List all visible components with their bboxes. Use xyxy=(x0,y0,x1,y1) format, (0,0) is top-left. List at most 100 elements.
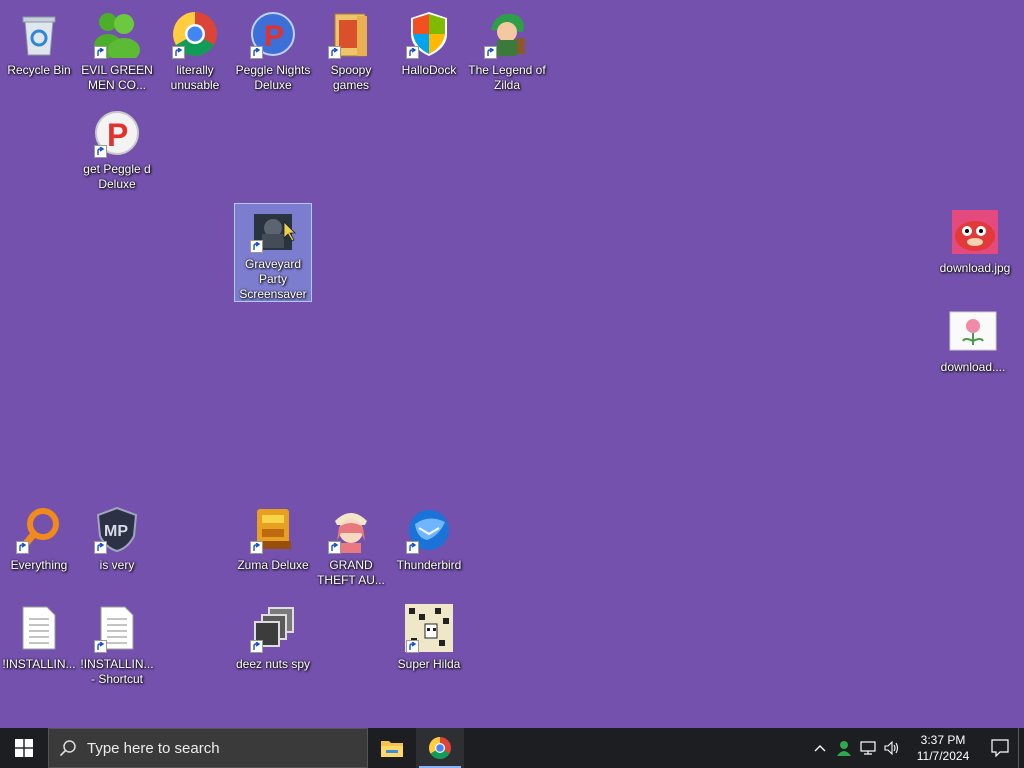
action-center-button[interactable] xyxy=(982,728,1018,768)
shortcut-arrow-icon xyxy=(406,46,419,59)
icon-label: GRAND THEFT AU... xyxy=(317,558,385,587)
shortcut-arrow-icon xyxy=(94,145,107,158)
desktop-icon-legend-of-zilda[interactable]: The Legend of Zilda xyxy=(468,4,546,93)
shortcut-arrow-icon xyxy=(328,541,341,554)
icon-label: download.... xyxy=(940,360,1006,374)
flower-image-icon xyxy=(947,305,999,357)
image-icon xyxy=(949,206,1001,258)
desktop-icon-graveyard-party[interactable]: Graveyard Party Screensaver xyxy=(234,203,312,302)
zilda-icon xyxy=(481,8,533,60)
icon-label: EVIL GREEN MEN CO... xyxy=(81,63,153,92)
peggle-icon: P xyxy=(91,107,143,159)
taskbar-clock[interactable]: 3:37 PM 11/7/2024 xyxy=(904,728,982,768)
desktop-icon-literally-unusable[interactable]: literally unusable xyxy=(156,4,234,93)
zuma-icon xyxy=(247,503,299,555)
icon-label: Zuma Deluxe xyxy=(237,558,309,572)
icon-label: The Legend of Zilda xyxy=(468,63,546,92)
shortcut-arrow-icon xyxy=(250,541,263,554)
shortcut-arrow-icon xyxy=(484,46,497,59)
graveyard-icon xyxy=(247,208,299,254)
icon-label: !INSTALLIN... xyxy=(2,657,76,671)
icon-label: Spoopy games xyxy=(330,63,372,92)
desktop-icon-installing[interactable]: !INSTALLIN... xyxy=(0,598,78,672)
shortcut-arrow-icon xyxy=(250,46,263,59)
icon-label: Peggle Nights Deluxe xyxy=(235,63,311,92)
file-explorer-icon xyxy=(381,741,403,757)
recycle-bin-icon xyxy=(13,8,65,60)
desktop-icon-everything[interactable]: Everything xyxy=(0,499,78,573)
tray-user-app[interactable] xyxy=(832,728,856,768)
desktop-icon-is-very[interactable]: MP is very xyxy=(78,499,156,573)
taskbar-chrome[interactable] xyxy=(416,728,464,768)
text-file-icon xyxy=(91,602,143,654)
green-men-icon xyxy=(91,8,143,60)
user-icon xyxy=(837,741,851,756)
thunderbird-icon xyxy=(403,503,455,555)
desktop-icon-recycle-bin[interactable]: Recycle Bin xyxy=(0,4,78,78)
icon-label: deez nuts spy xyxy=(235,657,311,671)
start-button[interactable] xyxy=(0,728,48,768)
svg-text:P: P xyxy=(107,117,128,153)
icon-label: !INSTALLIN... - Shortcut xyxy=(80,657,154,686)
desktop-icon-get-peggle-deluxe[interactable]: P get Peggle d Deluxe xyxy=(78,103,156,192)
desktop-icon-zuma-deluxe[interactable]: Zuma Deluxe xyxy=(234,499,312,573)
icon-label: download.jpg xyxy=(939,261,1011,275)
desktop-icon-hallodock[interactable]: HalloDock xyxy=(390,4,468,78)
desktop-icon-spoopy-games[interactable]: Spoopy games xyxy=(312,4,390,93)
action-center-icon xyxy=(991,739,1009,757)
pixel-art-icon xyxy=(403,602,455,654)
desktop-icon-super-hilda[interactable]: Super Hilda xyxy=(390,598,468,672)
chrome-icon xyxy=(169,8,221,60)
windows-shield-icon xyxy=(403,8,455,60)
taskbar-search-box[interactable]: Type here to search xyxy=(48,728,368,768)
desktop-icon-download-2[interactable]: download.... xyxy=(934,301,1012,375)
badge-icon: MP xyxy=(91,503,143,555)
desktop-icon-deez-nuts-spy[interactable]: deez nuts spy xyxy=(234,598,312,672)
clock-time: 3:37 PM xyxy=(920,733,966,747)
icon-label: Graveyard Party Screensaver xyxy=(239,257,307,301)
desktop-icon-grand-theft-au[interactable]: GRAND THEFT AU... xyxy=(312,499,390,588)
desktop-icon-thunderbird[interactable]: Thunderbird xyxy=(390,499,468,573)
taskbar-file-explorer[interactable] xyxy=(368,728,416,768)
system-tray: 3:37 PM 11/7/2024 xyxy=(808,728,1024,768)
icon-label: get Peggle d Deluxe xyxy=(83,162,151,191)
volume-icon xyxy=(884,741,899,755)
icon-label: HalloDock xyxy=(401,63,457,77)
windows-logo-icon xyxy=(15,739,33,757)
desktop-icon-download-jpg[interactable]: download.jpg xyxy=(936,202,1014,276)
shortcut-arrow-icon xyxy=(94,640,107,653)
desktop-icon-peggle-nights[interactable]: P Peggle Nights Deluxe xyxy=(234,4,312,93)
icon-label: literally unusable xyxy=(170,63,220,92)
icon-label: Thunderbird xyxy=(396,558,462,572)
svg-text:MP: MP xyxy=(104,523,128,540)
network-icon xyxy=(860,741,876,755)
desktop-icon-installing-shortcut[interactable]: !INSTALLIN... - Shortcut xyxy=(78,598,156,687)
icon-label: is very xyxy=(99,558,135,572)
anime-girl-icon xyxy=(325,503,377,555)
show-desktop-button[interactable] xyxy=(1018,728,1024,768)
chrome-icon xyxy=(429,737,451,759)
svg-text:P: P xyxy=(264,20,284,53)
folder-icon xyxy=(325,8,377,60)
tray-volume[interactable] xyxy=(880,728,904,768)
shortcut-arrow-icon xyxy=(406,541,419,554)
chevron-up-icon xyxy=(814,745,826,752)
stacked-windows-icon xyxy=(247,602,299,654)
taskbar: Type here to search 3:37 PM 11/7/2024 xyxy=(0,728,1024,768)
search-icon xyxy=(59,740,76,757)
shortcut-arrow-icon xyxy=(328,46,341,59)
search-placeholder: Type here to search xyxy=(87,739,220,757)
shortcut-arrow-icon xyxy=(16,541,29,554)
desktop-icon-evil-green-men[interactable]: EVIL GREEN MEN CO... xyxy=(78,4,156,93)
icon-label: Super Hilda xyxy=(397,657,461,671)
shortcut-arrow-icon xyxy=(250,640,263,653)
peggle-nights-icon: P xyxy=(247,8,299,60)
shortcut-arrow-icon xyxy=(250,240,263,253)
clock-date: 11/7/2024 xyxy=(916,749,970,763)
show-hidden-icons-button[interactable] xyxy=(808,728,832,768)
icon-label: Everything xyxy=(10,558,68,572)
shortcut-arrow-icon xyxy=(406,640,419,653)
shortcut-arrow-icon xyxy=(94,46,107,59)
everything-search-icon xyxy=(13,503,65,555)
tray-network[interactable] xyxy=(856,728,880,768)
